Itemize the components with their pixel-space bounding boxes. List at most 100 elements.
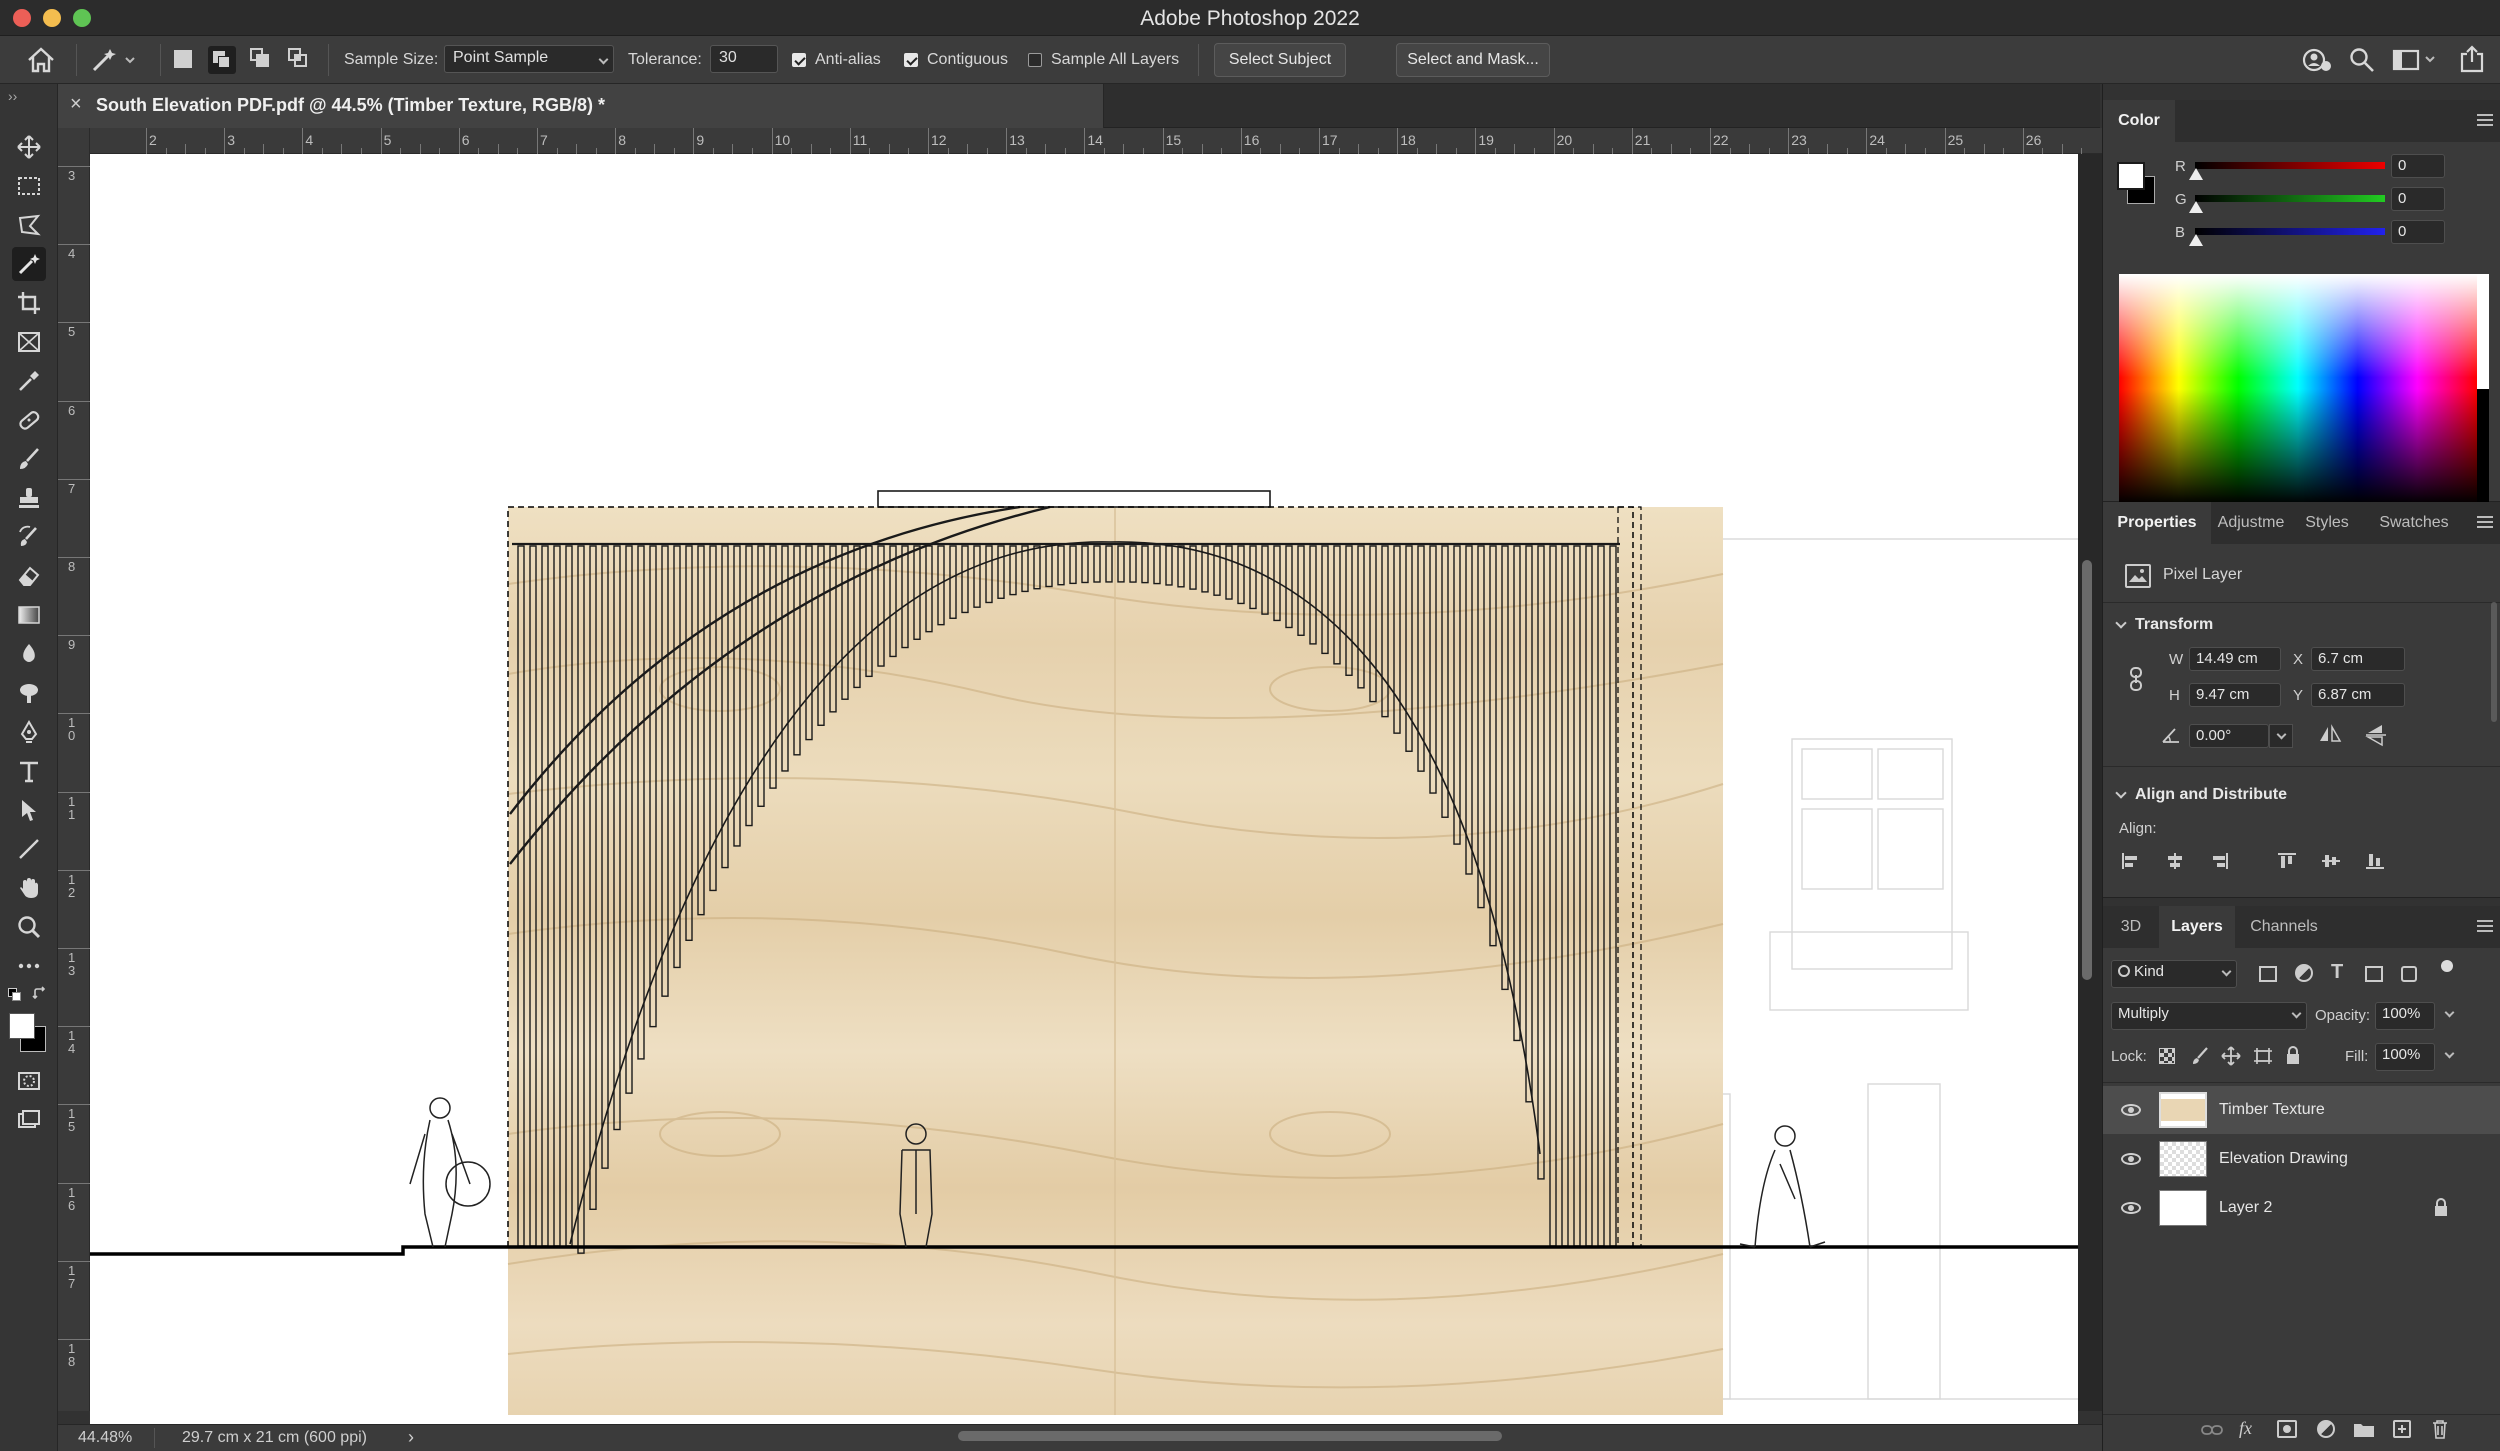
- align-section-header[interactable]: Align and Distribute: [2115, 786, 2287, 804]
- lock-all-icon[interactable]: [2285, 1046, 2301, 1066]
- align-left-icon[interactable]: [2121, 852, 2141, 870]
- eraser-tool-icon[interactable]: [12, 559, 46, 593]
- filter-adjustment-icon[interactable]: [2295, 964, 2313, 982]
- canvas-pasteboard[interactable]: [90, 154, 2102, 1424]
- tab-swatches[interactable]: Swatches: [2363, 502, 2465, 544]
- lock-image-pixels-icon[interactable]: [2191, 1046, 2209, 1066]
- filter-shape-icon[interactable]: [2365, 966, 2383, 982]
- angle-input[interactable]: 0.00°: [2189, 724, 2269, 748]
- magic-wand-preset-icon[interactable]: [90, 46, 138, 74]
- foreground-color-swatch[interactable]: [9, 1013, 35, 1039]
- expand-panel-icon[interactable]: ››: [8, 88, 17, 104]
- lock-position-icon[interactable]: [2221, 1046, 2241, 1066]
- crop-tool-icon[interactable]: [12, 286, 46, 320]
- document-info[interactable]: 29.7 cm x 21 cm (600 ppi): [182, 1429, 367, 1447]
- screen-mode-icon[interactable]: [12, 1103, 46, 1137]
- layer-row-layer-2[interactable]: Layer 2: [2103, 1184, 2500, 1232]
- tab-color[interactable]: Color: [2103, 100, 2175, 142]
- healing-brush-tool-icon[interactable]: [12, 403, 46, 437]
- align-horizontal-center-icon[interactable]: [2165, 852, 2185, 870]
- filter-toggle-icon[interactable]: [2441, 960, 2453, 972]
- fill-dropdown-icon[interactable]: [2437, 1046, 2457, 1066]
- lock-artboard-icon[interactable]: [2253, 1047, 2273, 1065]
- workspace-switcher-icon[interactable]: [2392, 46, 2440, 74]
- filter-type-icon[interactable]: T: [2331, 961, 2343, 984]
- blur-tool-icon[interactable]: [12, 637, 46, 671]
- quick-mask-icon[interactable]: [12, 1064, 46, 1098]
- subtract-selection-mode-icon[interactable]: [250, 48, 272, 70]
- properties-scrollbar[interactable]: [2491, 602, 2497, 722]
- close-tab-icon[interactable]: ×: [70, 93, 82, 116]
- horizontal-scrollbar[interactable]: [958, 1431, 1502, 1441]
- eyedropper-tool-icon[interactable]: [12, 364, 46, 398]
- history-brush-tool-icon[interactable]: [12, 520, 46, 554]
- type-tool-icon[interactable]: [12, 754, 46, 788]
- intersect-selection-mode-icon[interactable]: [288, 48, 310, 70]
- flip-vertical-icon[interactable]: [2365, 722, 2387, 748]
- lock-transparent-pixels-icon[interactable]: [2159, 1048, 2175, 1064]
- opacity-input[interactable]: 100%: [2375, 1002, 2435, 1030]
- green-value-input[interactable]: 0: [2391, 187, 2445, 211]
- new-layer-icon[interactable]: [2393, 1420, 2411, 1438]
- filter-smart-object-icon[interactable]: [2401, 966, 2417, 982]
- pen-tool-icon[interactable]: [12, 715, 46, 749]
- move-tool-icon[interactable]: [12, 130, 46, 164]
- red-value-input[interactable]: 0: [2391, 154, 2445, 178]
- blend-mode-select[interactable]: Multiply: [2111, 1002, 2307, 1030]
- red-slider[interactable]: [2195, 162, 2385, 169]
- align-vertical-center-icon[interactable]: [2321, 852, 2341, 870]
- line-tool-icon[interactable]: [12, 832, 46, 866]
- contiguous-checkbox[interactable]: Contiguous: [904, 36, 1008, 84]
- new-group-icon[interactable]: [2353, 1421, 2375, 1438]
- width-input[interactable]: 14.49 cm: [2189, 647, 2281, 671]
- frame-tool-icon[interactable]: [12, 325, 46, 359]
- eye-visibility-icon[interactable]: [2121, 1153, 2141, 1165]
- fill-input[interactable]: 100%: [2375, 1043, 2435, 1071]
- select-and-mask-button[interactable]: Select and Mask...: [1396, 43, 1550, 77]
- eye-visibility-icon[interactable]: [2121, 1104, 2141, 1116]
- hand-tool-icon[interactable]: [12, 871, 46, 905]
- green-slider[interactable]: [2195, 195, 2385, 202]
- add-selection-mode-icon[interactable]: [208, 46, 236, 74]
- layer-row-timber-texture[interactable]: Timber Texture: [2103, 1086, 2500, 1134]
- x-input[interactable]: 6.7 cm: [2311, 647, 2405, 671]
- align-bottom-icon[interactable]: [2365, 852, 2385, 870]
- lasso-tool-icon[interactable]: [12, 208, 46, 242]
- zoom-tool-icon[interactable]: [12, 910, 46, 944]
- transform-section-header[interactable]: Transform: [2115, 616, 2213, 634]
- default-colors-icon[interactable]: [8, 988, 22, 1002]
- link-dimensions-icon[interactable]: [2129, 666, 2143, 692]
- gradient-tool-icon[interactable]: [12, 598, 46, 632]
- fx-icon[interactable]: fx: [2239, 1418, 2252, 1439]
- properties-panel-menu-icon[interactable]: [2477, 516, 2493, 528]
- clone-stamp-tool-icon[interactable]: [12, 481, 46, 515]
- blue-slider[interactable]: [2195, 228, 2385, 235]
- blue-slider-thumb-icon[interactable]: [2189, 234, 2203, 246]
- brush-tool-icon[interactable]: [12, 442, 46, 476]
- path-selection-tool-icon[interactable]: [12, 793, 46, 827]
- magic-wand-tool-icon[interactable]: [12, 247, 46, 281]
- align-top-icon[interactable]: [2277, 852, 2297, 870]
- sample-size-select[interactable]: Point Sample: [444, 45, 614, 73]
- color-spectrum-strip[interactable]: [2477, 274, 2489, 504]
- green-slider-thumb-icon[interactable]: [2189, 201, 2203, 213]
- horizontal-ruler[interactable]: 2 3 4 5 6 7 8 9 10 11 12 13 14 15 16 17 18 19 20 21 22 23 24 25…: [90, 128, 2102, 154]
- tab-styles[interactable]: Styles: [2291, 502, 2363, 544]
- opacity-dropdown-icon[interactable]: [2437, 1005, 2457, 1025]
- y-input[interactable]: 6.87 cm: [2311, 683, 2405, 707]
- select-subject-button[interactable]: Select Subject: [1214, 43, 1346, 77]
- layers-panel-menu-icon[interactable]: [2477, 920, 2493, 932]
- foreground-color-chip[interactable]: [2117, 162, 2145, 190]
- tab-3d[interactable]: 3D: [2103, 906, 2159, 948]
- layer-row-elevation-drawing[interactable]: Elevation Drawing: [2103, 1135, 2500, 1183]
- home-icon[interactable]: [26, 46, 56, 74]
- tab-adjustments[interactable]: Adjustme: [2211, 502, 2291, 544]
- share-export-icon[interactable]: [2458, 44, 2486, 74]
- new-adjustment-layer-icon[interactable]: [2317, 1420, 2335, 1438]
- color-spectrum[interactable]: [2119, 274, 2477, 504]
- marquee-tool-icon[interactable]: [12, 169, 46, 203]
- more-tools-icon[interactable]: [12, 949, 46, 983]
- vertical-scrollbar[interactable]: [2082, 560, 2092, 980]
- align-right-icon[interactable]: [2209, 852, 2229, 870]
- filter-pixel-icon[interactable]: [2259, 966, 2277, 982]
